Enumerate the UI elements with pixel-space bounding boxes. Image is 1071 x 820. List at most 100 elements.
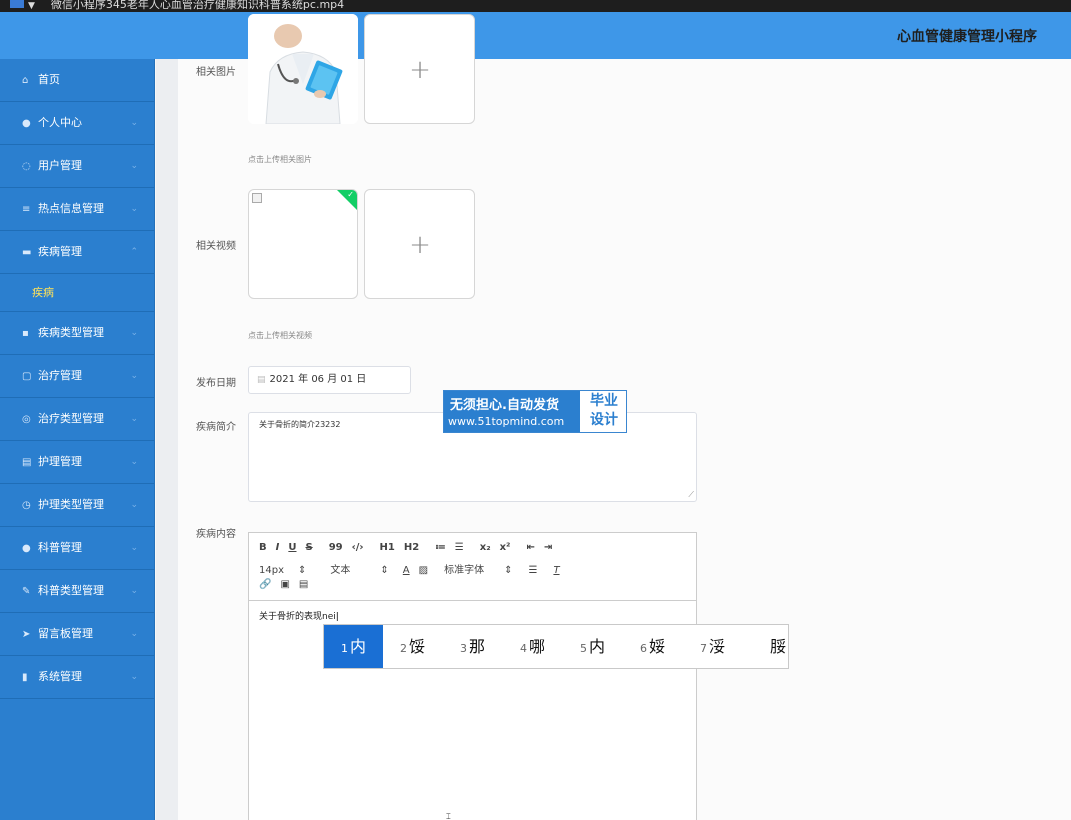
chevron-down-icon: ⌄ <box>130 500 138 510</box>
sidebar-item-science[interactable]: ● 科普管理 ⌄ <box>0 527 154 570</box>
watermark-right-line1: 毕业 <box>590 393 618 409</box>
blockquote-button[interactable]: 99 <box>329 542 343 553</box>
sidebar-item-label: 疾病类型管理 <box>38 326 104 339</box>
ordered-list-button[interactable]: ≔ <box>435 542 446 553</box>
sidebar-item-label: 热点信息管理 <box>38 202 104 215</box>
ime-candidate[interactable]: 5内 <box>580 625 605 668</box>
sidebar-item-hot-info[interactable]: ≡ 热点信息管理 ⌄ <box>0 188 154 231</box>
ime-candidate[interactable]: 6娞 <box>640 625 665 668</box>
ime-candidate[interactable]: 2馁 <box>400 625 425 668</box>
sidebar-item-label: 科普管理 <box>38 541 82 554</box>
toolbar-row-format: B I U S 99 ‹/› H1 H2 ≔ ☰ x₂ x² ⇤ ⇥ <box>259 542 561 553</box>
chevron-down-icon: ⌄ <box>130 118 138 128</box>
sidebar-item-disease-type[interactable]: ▪ 疾病类型管理 ⌄ <box>0 312 154 355</box>
bullet-list-button[interactable]: ☰ <box>455 542 464 553</box>
background-color-icon[interactable]: ▨ <box>419 565 428 576</box>
chevron-up-icon: ⌃ <box>130 247 138 257</box>
sidebar-item-disease[interactable]: ▬ 疾病管理 ⌃ <box>0 231 154 274</box>
text-type-caret-icon[interactable]: ⇕ <box>380 565 388 576</box>
editor-toolbar: B I U S 99 ‹/› H1 H2 ≔ ☰ x₂ x² ⇤ ⇥ 14px ⇕ 文本 ⇕ A ▨ 标准字体 ⇕ ☰ T … <box>249 533 696 601</box>
pen-icon: ✎ <box>22 586 31 597</box>
ime-candidate[interactable]: 1内 <box>324 625 384 668</box>
strike-button[interactable]: S <box>305 542 312 553</box>
mouse-cursor-icon: ⌶ <box>446 812 451 820</box>
outdent-button[interactable]: ⇤ <box>526 542 534 553</box>
header2-button[interactable]: H2 <box>404 542 419 553</box>
watermark-right-line2: 设计 <box>590 412 618 428</box>
image-upload-hint: 点击上传相关图片 <box>248 155 312 164</box>
bold-button[interactable]: B <box>259 542 267 553</box>
chevron-down-icon: ⌄ <box>130 204 138 214</box>
intro-field-label: 疾病简介 <box>196 422 236 433</box>
sidebar-item-label: 首页 <box>38 73 60 86</box>
chevron-down-icon: ⌄ <box>130 161 138 171</box>
list-icon: ≡ <box>22 204 31 215</box>
sidebar-item-treatment-type[interactable]: ◎ 治疗类型管理 ⌄ <box>0 398 154 441</box>
editor-content-text: 关于骨折的表现nei <box>259 612 336 622</box>
sidebar-item-label: 用户管理 <box>38 159 82 172</box>
publish-date-input[interactable]: ▤ 2021 年 06 月 01 日 <box>248 366 411 394</box>
image-upload-button[interactable]: + <box>364 14 475 124</box>
globe-icon: ◎ <box>22 414 31 425</box>
sidebar-subitem-disease[interactable]: 疾病 <box>0 274 154 312</box>
subscript-button[interactable]: x₂ <box>480 542 491 553</box>
copy-icon: ▢ <box>22 371 32 382</box>
chevron-down-icon: ⌄ <box>130 672 138 682</box>
sidebar-subitem-label: 疾病 <box>32 286 54 299</box>
sidebar-item-label: 科普类型管理 <box>38 584 104 597</box>
sidebar-item-label: 个人中心 <box>38 116 82 129</box>
sidebar-item-science-type[interactable]: ✎ 科普类型管理 ⌄ <box>0 570 154 613</box>
content-field-label: 疾病内容 <box>196 529 236 540</box>
home-icon: ⌂ <box>22 75 29 86</box>
superscript-button[interactable]: x² <box>500 542 511 553</box>
link-icon[interactable]: 🔗 <box>259 579 271 590</box>
font-size-select[interactable]: 14px <box>259 565 284 576</box>
sidebar-item-label: 系统管理 <box>38 670 82 683</box>
briefcase-icon: ▬ <box>22 247 32 258</box>
content-gutter <box>156 59 178 820</box>
text-type-select[interactable]: 文本 <box>330 561 350 576</box>
underline-button[interactable]: U <box>288 542 296 553</box>
video-upload-button[interactable]: + <box>364 189 475 299</box>
ime-candidate[interactable]: 脮 <box>768 625 786 668</box>
code-block-button[interactable]: ‹/› <box>352 542 364 553</box>
sidebar-item-system[interactable]: ▮ 系统管理 ⌄ <box>0 656 154 699</box>
chevron-down-icon[interactable]: ▼ <box>28 1 35 11</box>
font-family-caret-icon[interactable]: ⇕ <box>504 565 512 576</box>
ime-candidate[interactable]: 3那 <box>460 625 485 668</box>
sidebar-item-nursing-type[interactable]: ◷ 护理类型管理 ⌄ <box>0 484 154 527</box>
window-title: 微信小程序345老年人心血管治疗健康知识科普系统pc.mp4 <box>50 0 345 11</box>
video-upload-hint: 点击上传相关视频 <box>248 331 312 340</box>
align-icon[interactable]: ☰ <box>528 565 537 576</box>
send-icon: ➤ <box>22 629 31 640</box>
font-color-icon[interactable]: A <box>403 565 410 576</box>
drop-icon: ● <box>22 543 31 554</box>
image-icon[interactable]: ▣ <box>280 579 289 590</box>
italic-button[interactable]: I <box>276 542 280 553</box>
uploaded-video-thumbnail[interactable]: ✓ <box>248 189 358 299</box>
uploaded-image-thumbnail[interactable] <box>248 14 358 124</box>
sidebar-item-home[interactable]: ⌂ 首页 <box>0 59 154 102</box>
font-size-caret-icon[interactable]: ⇕ <box>298 565 306 576</box>
resize-handle-icon[interactable]: ⟋ <box>688 490 694 500</box>
ime-candidate[interactable]: 4哪 <box>520 625 545 668</box>
ime-candidate[interactable]: 7浽 <box>700 625 725 668</box>
date-field-label: 发布日期 <box>196 378 236 389</box>
disease-intro-value: 关于骨折的简介23232 <box>259 420 341 429</box>
publish-date-value: 2021 年 06 月 01 日 <box>269 374 367 385</box>
header1-button[interactable]: H1 <box>380 542 395 553</box>
watermark-line1: 无须担心.自动发货 <box>450 398 559 413</box>
clear-format-icon[interactable]: T <box>553 565 559 576</box>
sidebar-item-message-board[interactable]: ➤ 留言板管理 ⌄ <box>0 613 154 656</box>
font-family-select[interactable]: 标准字体 <box>444 561 484 576</box>
sidebar-item-profile[interactable]: ● 个人中心 ⌄ <box>0 102 154 145</box>
sidebar-item-treatment[interactable]: ▢ 治疗管理 ⌄ <box>0 355 154 398</box>
chart-icon: ▮ <box>22 672 28 683</box>
indent-button[interactable]: ⇥ <box>544 542 552 553</box>
sidebar-item-nursing[interactable]: ▤ 护理管理 ⌄ <box>0 441 154 484</box>
sidebar-item-users[interactable]: ◌ 用户管理 ⌄ <box>0 145 154 188</box>
sidebar-item-label: 留言板管理 <box>38 627 93 640</box>
video-icon[interactable]: ▤ <box>299 579 308 590</box>
doc-icon: ▤ <box>22 457 32 468</box>
sidebar-item-label: 治疗管理 <box>38 369 82 382</box>
